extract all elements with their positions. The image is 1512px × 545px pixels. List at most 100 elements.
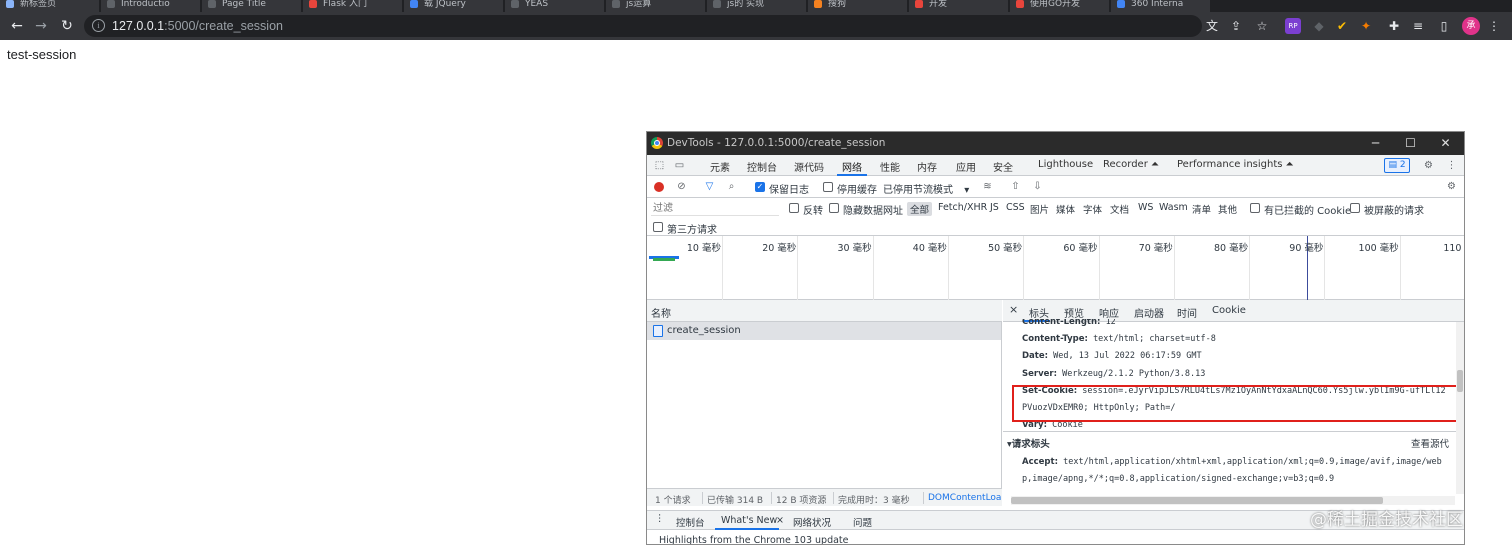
filter-type-9[interactable]: Wasm [1159,202,1188,213]
devtools-tab-8[interactable]: Lighthouse [1038,159,1093,170]
devtools-tab-9[interactable]: Recorder ⏶ [1103,159,1159,170]
network-settings-icon[interactable]: ⚙ [1445,180,1458,193]
devtools-tab-6[interactable]: 应用 [956,159,976,174]
hide-data-urls-checkbox[interactable] [829,203,839,213]
devtools-tab-1[interactable]: 控制台 [747,159,777,174]
detail-tab-1[interactable]: 预览 [1064,305,1084,320]
browser-tab[interactable]: Flask 入门 [303,0,403,12]
back-arrow-icon[interactable]: ← [8,17,26,35]
browser-tab[interactable]: 使用GO开发 [1010,0,1110,12]
devtools-tab-10[interactable]: Performance insights ⏶ [1177,159,1294,170]
drawer-tab-0[interactable]: 控制台 [676,515,705,529]
filter-type-11[interactable]: 其他 [1218,202,1237,216]
devtools-tab-4[interactable]: 性能 [880,159,900,174]
detail-tab-4[interactable]: 时间 [1177,305,1197,320]
extension-grey-icon[interactable]: ◆ [1311,18,1327,34]
scrollbar-thumb[interactable] [1457,370,1463,392]
site-info-icon[interactable]: i [92,19,105,32]
import-har-icon[interactable]: ⇧ [1009,180,1022,193]
preserve-log-checkbox[interactable]: ✓ [755,182,765,192]
view-source-link[interactable]: 查看源代 [1411,436,1449,450]
filter-type-3[interactable]: CSS [1006,202,1025,213]
forward-arrow-icon[interactable]: → [32,17,50,35]
invert-checkbox[interactable] [789,203,799,213]
browser-tab[interactable]: 搜狗 [808,0,908,12]
extension-rp-icon[interactable]: RP [1285,18,1301,34]
bookmark-star-icon[interactable]: ☆ [1254,18,1270,34]
devtools-tab-7[interactable]: 安全 [993,159,1013,174]
detail-tab-0[interactable]: 标头 [1029,305,1049,320]
filter-type-4[interactable]: 图片 [1030,202,1049,216]
address-url[interactable]: 127.0.0.1:5000/create_session [112,19,283,33]
maximize-icon[interactable]: ☐ [1393,132,1428,155]
filter-input[interactable] [651,201,779,216]
browser-menu-icon[interactable]: ⋮ [1486,18,1502,34]
devtools-title-bar[interactable]: DevTools - 127.0.0.1:5000/create_session… [647,132,1464,155]
request-row[interactable]: create_session [647,322,1001,340]
extension-check-icon[interactable]: ✔ [1334,18,1350,34]
browser-tab[interactable]: js运算 [606,0,706,12]
details-horizontal-scrollbar[interactable] [1011,496,1455,505]
network-overview-timeline[interactable]: 10 毫秒 20 毫秒 30 毫秒 40 毫秒 50 毫秒 60 毫秒 70 毫秒 80 毫秒… [647,236,1464,300]
detail-tab-2[interactable]: 响应 [1099,305,1119,320]
name-column-header[interactable]: 名称 [647,300,1002,322]
minimize-icon[interactable]: ─ [1358,132,1393,155]
filter-type-1[interactable]: Fetch/XHR [938,202,987,213]
browser-tab[interactable]: 载 JQuery [404,0,504,12]
request-headers-section[interactable]: ▾请求标头 [1007,436,1050,450]
detail-tab-3[interactable]: 启动器 [1134,305,1164,320]
device-toolbar-icon[interactable]: ▭ [673,159,686,172]
extension-fox-icon[interactable]: ✦ [1358,18,1374,34]
browser-tab[interactable]: Page Title [202,0,302,12]
settings-gear-icon[interactable]: ⚙ [1422,159,1435,172]
filter-type-2[interactable]: JS [990,202,999,213]
devtools-tab-2[interactable]: 源代码 [794,159,824,174]
address-bar[interactable]: i 127.0.0.1:5000/create_session [84,15,1202,37]
filter-type-5[interactable]: 媒体 [1056,202,1075,216]
devtools-tab-0[interactable]: 元素 [710,159,730,174]
devtools-tab-5[interactable]: 内存 [917,159,937,174]
translate-icon[interactable]: 文 [1204,18,1220,34]
close-details-icon[interactable]: × [1009,303,1018,316]
filter-type-6[interactable]: 字体 [1083,202,1102,216]
drawer-menu-icon[interactable]: ⋮ [655,513,665,524]
wifi-conditions-icon[interactable]: ≋ [981,180,994,193]
third-party-checkbox[interactable] [653,222,663,232]
reload-icon[interactable]: ↻ [58,17,76,35]
filter-type-7[interactable]: 文档 [1110,202,1129,216]
detail-tab-5[interactable]: Cookie [1212,305,1246,316]
scrollbar-thumb-horizontal[interactable] [1011,497,1383,504]
drawer-tab-2[interactable]: 网络状况 [793,515,831,529]
record-icon[interactable] [654,182,664,192]
clear-icon[interactable]: ⊘ [675,180,688,193]
close-window-icon[interactable]: ✕ [1428,132,1463,155]
browser-tab[interactable]: YEAS [505,0,605,12]
drawer-tab-3[interactable]: 问题 [853,515,872,529]
side-panel-icon[interactable]: ▯ [1436,18,1452,34]
blocked-requests-checkbox[interactable] [1350,203,1360,213]
filter-type-8[interactable]: WS [1138,202,1153,213]
throttling-select[interactable]: 已停用节流模式 ▾ [883,181,969,196]
devtools-menu-icon[interactable]: ⋮ [1445,159,1458,172]
search-icon[interactable]: ⌕ [725,180,738,193]
share-icon[interactable]: ⇪ [1228,18,1244,34]
filter-type-10[interactable]: 清单 [1192,202,1211,216]
issues-badge[interactable]: ▤ 2 [1384,158,1410,173]
details-vertical-scrollbar[interactable] [1456,322,1464,494]
filter-type-0[interactable]: 全部 [907,202,933,216]
drawer-tab-1[interactable]: What's New [721,515,777,526]
blocked-cookies-checkbox[interactable] [1250,203,1260,213]
browser-tab[interactable]: Introductio [101,0,201,12]
browser-tab[interactable]: 360 Interna [1111,0,1211,12]
close-drawer-tab-icon[interactable]: × [776,515,784,526]
browser-tab[interactable]: 开发 [909,0,1009,12]
inspect-element-icon[interactable]: ⬚ [653,159,666,172]
disable-cache-checkbox[interactable] [823,182,833,192]
browser-tab[interactable]: 新标签页 [0,0,100,12]
media-icon[interactable]: ≡ [1410,18,1426,34]
export-har-icon[interactable]: ⇩ [1031,180,1044,193]
filter-funnel-icon[interactable]: ▽ [703,180,716,193]
profile-avatar[interactable]: 承 [1462,17,1480,35]
browser-tab[interactable]: js的 实现 [707,0,807,12]
devtools-tab-3[interactable]: 网络 [842,159,862,174]
